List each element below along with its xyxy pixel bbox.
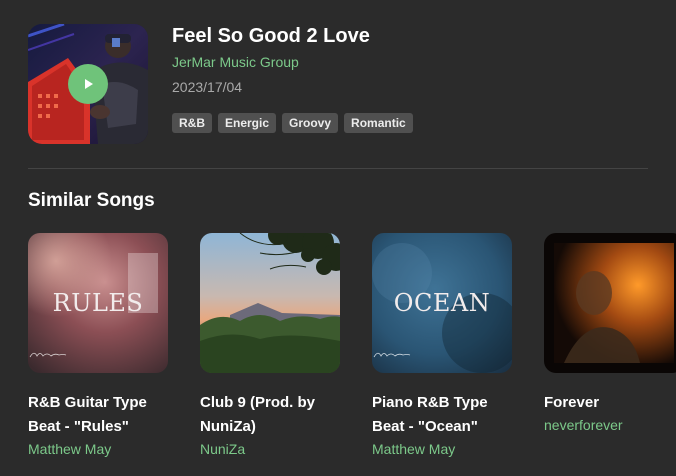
song-title[interactable]: Forever: [544, 391, 676, 415]
release-date: 2023/17/04: [172, 79, 243, 95]
song-cover: [200, 233, 340, 373]
cover-title-text: OCEAN: [393, 289, 491, 317]
cover-title-text: RULES: [52, 289, 144, 317]
tag-energic[interactable]: Energic: [218, 113, 277, 133]
track-artist-link[interactable]: JerMar Music Group: [172, 54, 299, 70]
song-cover: [544, 233, 676, 373]
tag-groovy[interactable]: Groovy: [282, 113, 339, 133]
play-icon: [85, 79, 93, 89]
play-button[interactable]: [68, 64, 108, 104]
song-artist[interactable]: neverforever: [544, 417, 676, 433]
track-title: Feel So Good 2 Love: [172, 25, 370, 47]
track-header: Feel So Good 2 Love JerMar Music Group 2…: [28, 24, 648, 144]
cover-image: [200, 233, 340, 373]
section-divider: [28, 168, 648, 169]
cover-image: [544, 233, 676, 373]
song-cover: OCEAN: [372, 233, 512, 373]
tag-rnb[interactable]: R&B: [172, 113, 212, 133]
song-detail-page: Feel So Good 2 Love JerMar Music Group 2…: [0, 0, 676, 476]
song-title[interactable]: R&B Guitar Type Beat - "Rules": [28, 391, 168, 439]
tag-romantic[interactable]: Romantic: [344, 113, 413, 133]
similar-songs-heading: Similar Songs: [28, 190, 155, 211]
song-title[interactable]: Piano R&B Type Beat - "Ocean": [372, 391, 512, 439]
song-cover: RULES: [28, 233, 168, 373]
genre-tags: R&B Energic Groovy Romantic: [172, 113, 413, 133]
song-artist[interactable]: NuniZa: [200, 441, 340, 457]
song-artist[interactable]: Matthew May: [28, 441, 168, 457]
song-artist[interactable]: Matthew May: [372, 441, 512, 457]
track-cover[interactable]: [28, 24, 148, 144]
song-title[interactable]: Club 9 (Prod. by NuniZa): [200, 391, 340, 439]
